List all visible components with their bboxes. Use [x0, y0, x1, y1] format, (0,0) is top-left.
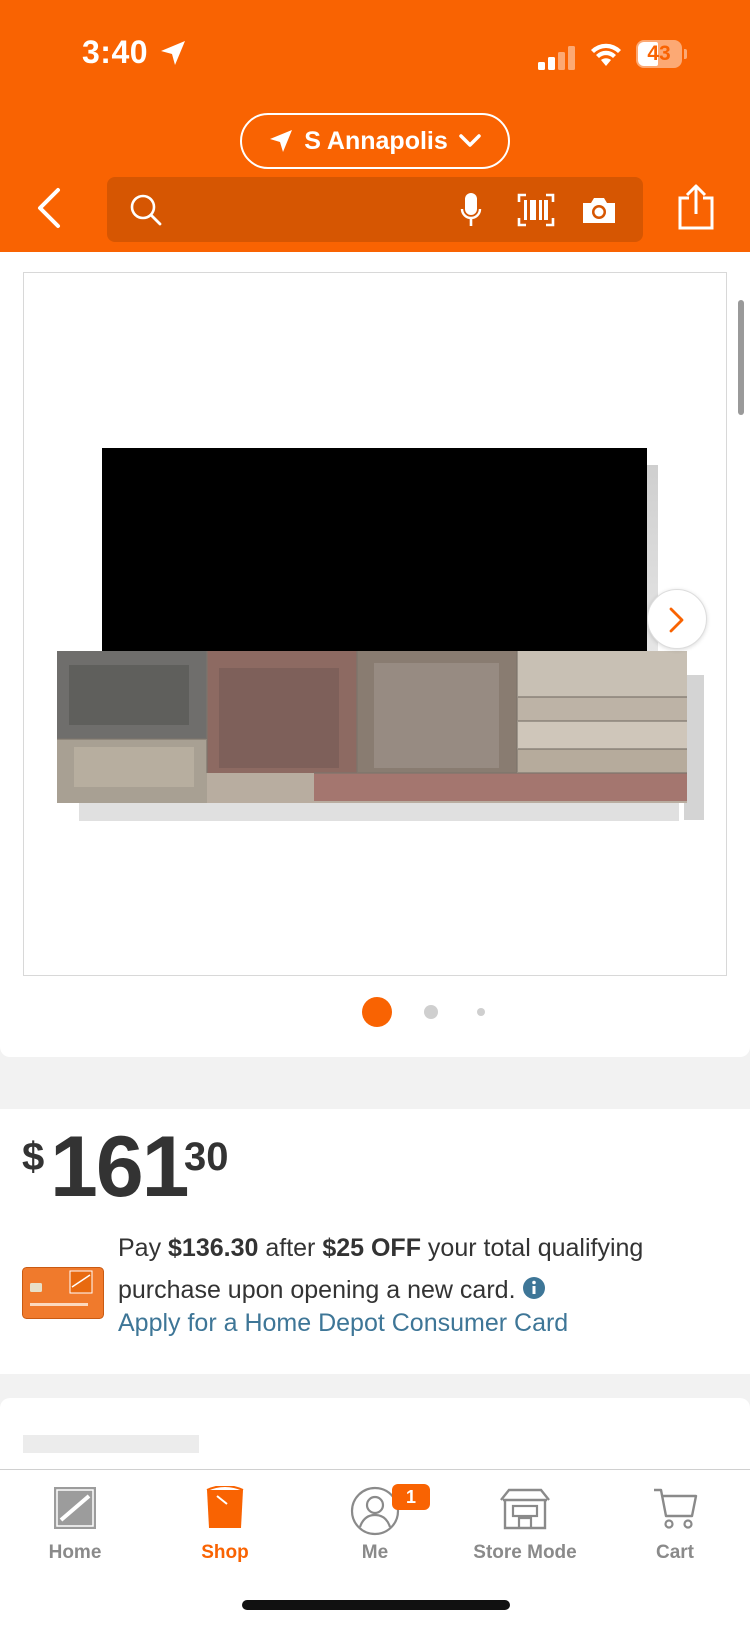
- home-indicator[interactable]: [242, 1600, 510, 1610]
- store-selector-button[interactable]: S Annapolis: [240, 113, 510, 169]
- microphone-icon[interactable]: [459, 191, 483, 229]
- apply-card-link[interactable]: Apply for a Home Depot Consumer Card: [118, 1309, 568, 1338]
- price-currency: $: [22, 1135, 45, 1179]
- camera-icon[interactable]: [581, 195, 617, 225]
- promo-discount: $25 OFF: [322, 1234, 421, 1262]
- battery-level: 43: [647, 42, 671, 65]
- consumer-card-image: [22, 1267, 104, 1319]
- price-card: $ 161 30 Pay $136.30 after $25 OFF your …: [0, 1109, 750, 1374]
- page-scrollbar[interactable]: [738, 300, 744, 415]
- promo-pay-amount: $136.30: [168, 1234, 259, 1262]
- back-arrow-icon[interactable]: [34, 186, 66, 230]
- status-bar: 3:40 43: [0, 0, 750, 100]
- tab-shop[interactable]: Shop: [150, 1480, 300, 1570]
- search-bar[interactable]: [107, 177, 643, 242]
- info-icon[interactable]: [522, 1276, 546, 1300]
- home-depot-logo-icon: [54, 1487, 96, 1529]
- product-image-frame[interactable]: [23, 272, 727, 976]
- navigation-arrow-icon: [270, 130, 293, 152]
- card-promo-text: Pay $136.30 after $25 OFF your total qua…: [118, 1234, 644, 1304]
- chevron-down-icon: [459, 134, 481, 147]
- cell-signal-icon: [538, 46, 575, 70]
- gallery-dot[interactable]: [424, 1005, 438, 1019]
- status-time: 3:40: [82, 34, 149, 70]
- product-gallery-card: [0, 252, 750, 1057]
- search-icon: [130, 194, 162, 226]
- wifi-icon: [591, 43, 621, 66]
- me-notification-badge: 1: [392, 1484, 430, 1510]
- barcode-scanner-icon[interactable]: [517, 193, 555, 227]
- store-name: S Annapolis: [304, 126, 448, 155]
- gallery-pagination: [0, 997, 750, 1027]
- shop-bucket-icon: [206, 1486, 244, 1528]
- share-icon[interactable]: [676, 184, 716, 230]
- tab-cart[interactable]: Cart: [600, 1480, 750, 1570]
- search-input[interactable]: [173, 189, 473, 229]
- tab-home[interactable]: Home: [0, 1480, 150, 1570]
- loading-skeleton: [23, 1435, 199, 1453]
- tab-store-mode[interactable]: Store Mode: [450, 1480, 600, 1570]
- location-arrow-icon: [161, 41, 185, 65]
- product-image: [57, 448, 704, 821]
- price-cents: 30: [184, 1135, 229, 1179]
- price-dollars: 161: [50, 1119, 189, 1215]
- gallery-next-button[interactable]: [647, 589, 707, 649]
- battery-icon: 43: [636, 40, 688, 68]
- store-icon: [500, 1488, 550, 1530]
- gallery-dot[interactable]: [477, 1008, 485, 1016]
- cart-icon: [654, 1488, 698, 1529]
- chevron-right-icon: [669, 607, 684, 633]
- gallery-dot-active[interactable]: [362, 997, 392, 1027]
- app-header: 3:40 43 S Annapolis: [0, 0, 750, 252]
